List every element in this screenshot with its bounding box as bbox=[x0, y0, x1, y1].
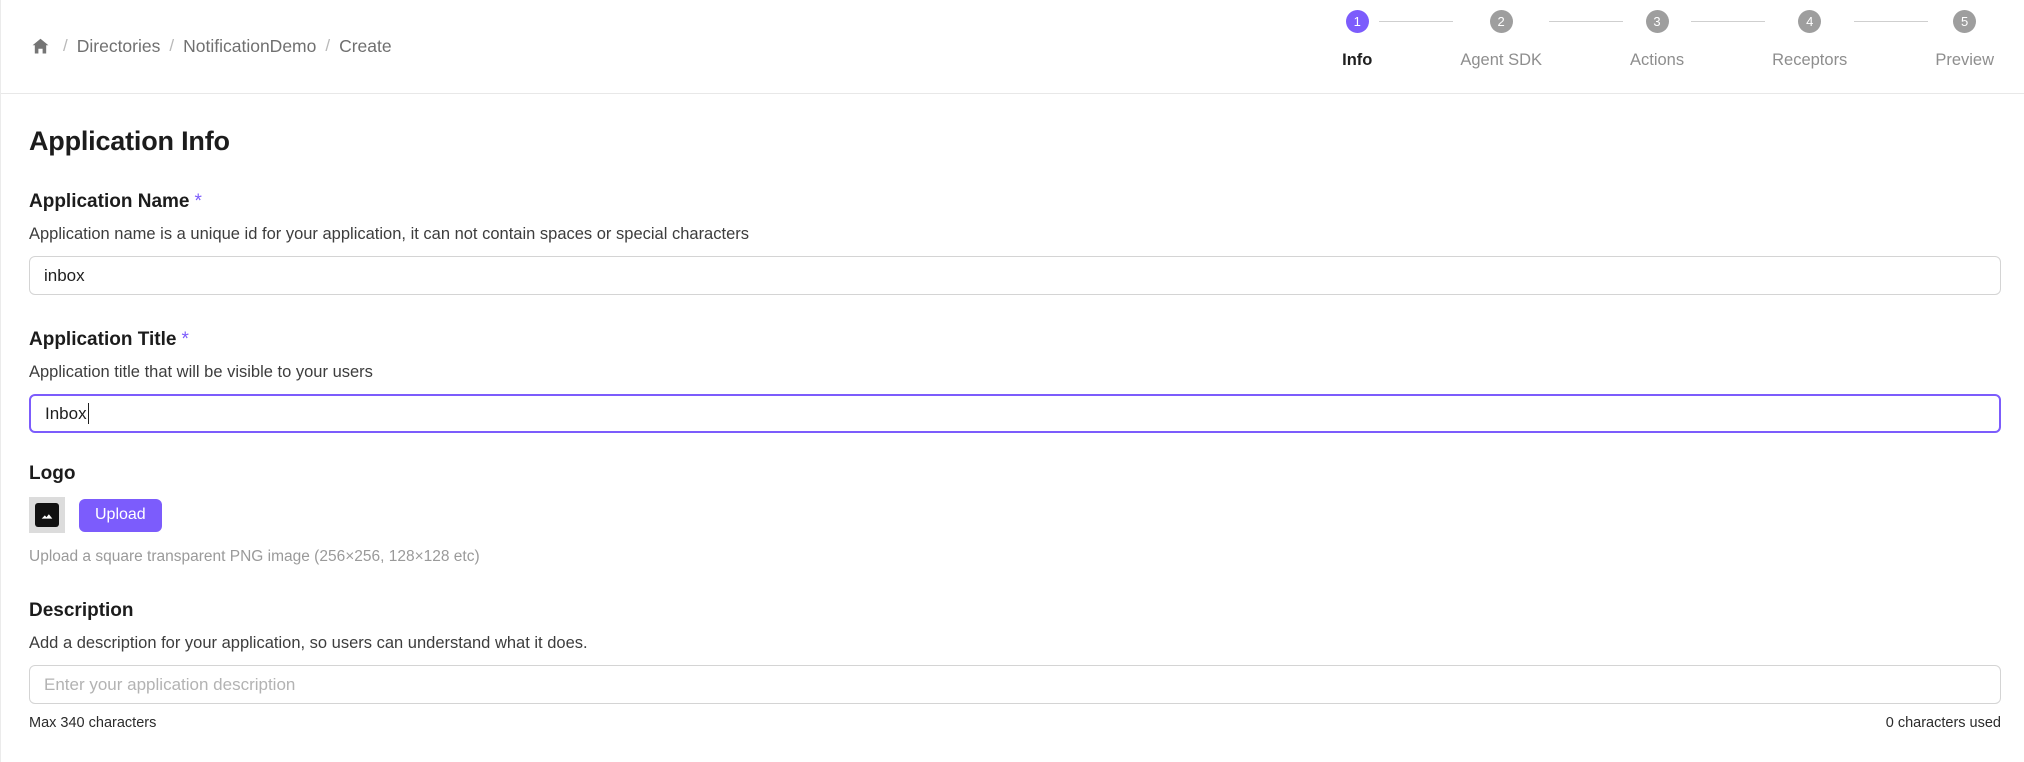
breadcrumb-separator-3: / bbox=[325, 36, 331, 55]
step-preview[interactable]: 5 Preview bbox=[1935, 10, 1994, 70]
step-info[interactable]: 1 Info bbox=[1342, 10, 1372, 70]
step-connector-2 bbox=[1549, 21, 1623, 22]
application-info-page: / Directories / NotificationDemo / Creat… bbox=[0, 0, 2024, 762]
step-receptors[interactable]: 4 Receptors bbox=[1772, 10, 1847, 70]
step-number-3: 3 bbox=[1645, 10, 1669, 33]
step-label-info: Info bbox=[1342, 51, 1373, 69]
description-max-note: Max 340 characters bbox=[29, 715, 157, 731]
step-connector-3 bbox=[1691, 21, 1766, 22]
description-label: Description bbox=[29, 600, 1996, 622]
application-title-label-text: Application Title bbox=[29, 329, 177, 350]
step-number-1: 1 bbox=[1345, 10, 1369, 33]
step-number-2: 2 bbox=[1489, 10, 1513, 33]
field-application-name: Application Name * Application name is a… bbox=[29, 191, 2001, 295]
step-number-4: 4 bbox=[1798, 10, 1822, 33]
image-placeholder-icon bbox=[35, 503, 59, 527]
logo-label: Logo bbox=[29, 463, 1996, 485]
required-marker: * bbox=[194, 191, 202, 212]
application-title-label: Application Title * bbox=[29, 329, 1996, 351]
application-name-hint: Application name is a unique id for your… bbox=[29, 225, 749, 243]
page-header: / Directories / NotificationDemo / Creat… bbox=[1, 0, 2024, 94]
logo-preview bbox=[29, 497, 65, 533]
application-title-input[interactable] bbox=[29, 394, 2001, 433]
description-hint: Add a description for your application, … bbox=[29, 634, 588, 652]
upload-button[interactable]: Upload bbox=[79, 498, 162, 532]
field-description: Description Add a description for your a… bbox=[29, 600, 2001, 731]
application-name-label-text: Application Name bbox=[29, 191, 190, 212]
field-logo: Logo Upload Upload a square transparent … bbox=[29, 463, 1996, 566]
step-label-preview: Preview bbox=[1935, 51, 1994, 69]
page-title: Application Info bbox=[29, 126, 230, 156]
home-icon[interactable] bbox=[29, 35, 51, 57]
breadcrumb-item-create[interactable]: Create bbox=[339, 36, 392, 57]
description-input[interactable] bbox=[29, 665, 2001, 704]
step-agent-sdk[interactable]: 2 Agent SDK bbox=[1460, 10, 1542, 70]
description-label-text: Description bbox=[29, 600, 134, 621]
breadcrumb-separator-1: / bbox=[63, 36, 68, 55]
application-name-input[interactable] bbox=[29, 256, 2001, 295]
breadcrumb-item-notificationdemo[interactable]: NotificationDemo bbox=[183, 36, 316, 57]
logo-label-text: Logo bbox=[29, 463, 76, 484]
breadcrumb-separator-2: / bbox=[169, 36, 175, 55]
description-used-note: 0 characters used bbox=[1885, 715, 2001, 731]
form-body: Application Info Application Name * Appl… bbox=[1, 126, 2024, 731]
step-label-receptors: Receptors bbox=[1772, 51, 1848, 69]
step-label-actions: Actions bbox=[1630, 51, 1685, 69]
logo-note: Upload a square transparent PNG image (2… bbox=[29, 548, 480, 565]
breadcrumb: / Directories / NotificationDemo / Creat… bbox=[1, 0, 392, 57]
application-name-label: Application Name * bbox=[29, 191, 1996, 213]
description-counter-row: Max 340 characters 0 characters used bbox=[29, 715, 2001, 731]
field-application-title: Application Title * Application title th… bbox=[29, 329, 2001, 433]
step-connector-4 bbox=[1854, 21, 1929, 22]
breadcrumb-item-directories[interactable]: Directories bbox=[77, 36, 161, 57]
application-title-hint: Application title that will be visible t… bbox=[29, 363, 373, 381]
step-connector-1 bbox=[1379, 21, 1454, 22]
wizard-stepper: 1 Info 2 Agent SDK 3 Actions 4 Receptors… bbox=[1342, 0, 2024, 70]
application-title-input-wrap bbox=[29, 394, 2001, 433]
step-number-5: 5 bbox=[1953, 10, 1977, 33]
required-marker: * bbox=[181, 329, 189, 350]
logo-row: Upload bbox=[29, 497, 1996, 533]
step-actions[interactable]: 3 Actions bbox=[1630, 10, 1684, 70]
step-label-agent-sdk: Agent SDK bbox=[1460, 51, 1542, 69]
